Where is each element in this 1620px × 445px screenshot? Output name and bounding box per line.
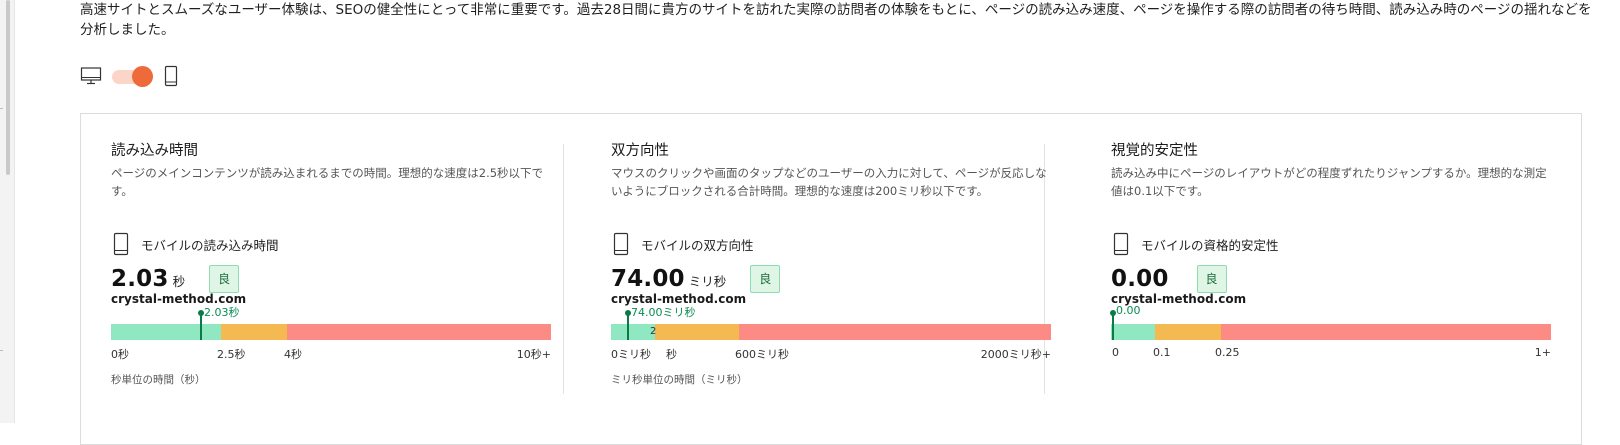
mobile-metric-label: モバイルの読み込み時間 bbox=[141, 237, 279, 253]
scroll-mark bbox=[0, 108, 3, 109]
bar-segment-poor bbox=[1221, 324, 1551, 340]
tick-label: 2.5秒 bbox=[217, 348, 246, 361]
bar-segment-good bbox=[1111, 324, 1155, 340]
threshold-bar-track bbox=[111, 324, 551, 340]
value-marker-label: 0.00 bbox=[1116, 304, 1141, 317]
unit-note: 秒単位の時間（秒） bbox=[111, 374, 206, 386]
tick-label: 0.25 bbox=[1215, 346, 1240, 359]
threshold-bar: 2 74.00ミリ秒 0ミリ秒 秒 600ミリ秒 2000ミリ秒+ bbox=[611, 306, 1051, 376]
rating-badge: 良 bbox=[1196, 265, 1227, 293]
device-toggle-row bbox=[80, 64, 182, 88]
tick-label: 0ミリ秒 bbox=[611, 348, 651, 361]
metric-load-time: 読み込み時間 ページのメインコンテンツが読み込まれるまでの時間。理想的な速度は2… bbox=[111, 114, 551, 424]
metric-description: ページのメインコンテンツが読み込まれるまでの時間。理想的な速度は2.5秒以下です… bbox=[111, 166, 544, 198]
mobile-icon[interactable] bbox=[160, 65, 182, 87]
scroll-mark bbox=[0, 350, 3, 351]
metric-description: 読み込み中にページのレイアウトがどの程度ずれたりジャンプするか。理想的な測定値は… bbox=[1111, 166, 1547, 198]
intro-text: 高速サイトとスムーズなユーザー体験は、SEOの健全性にとって非常に重要です。過去… bbox=[80, 2, 1592, 38]
tick-label: 4秒 bbox=[284, 348, 302, 361]
threshold-bar: 2.03秒 0秒 2.5秒 4秒 10秒+ bbox=[111, 306, 551, 376]
mobile-metric-label: モバイルの双方向性 bbox=[641, 237, 754, 253]
metric-title: 読み込み時間 bbox=[111, 143, 198, 159]
overlap-tick-text: 2 bbox=[650, 326, 657, 337]
metric-value-row: 0.00 良 bbox=[1111, 264, 1227, 294]
metric-title: 視覚的安定性 bbox=[1111, 143, 1198, 159]
tick-label: 1+ bbox=[1534, 346, 1551, 359]
device-switch[interactable] bbox=[112, 66, 154, 87]
rating-badge: 良 bbox=[209, 265, 240, 293]
metric-unit: ミリ秒 bbox=[688, 273, 727, 289]
metric-interactivity: 双方向性 マウスのクリックや画面のタップなどのユーザーの入力に対して、ページが反… bbox=[611, 114, 1051, 424]
metric-title: 双方向性 bbox=[611, 143, 669, 159]
metric-value: 74.00 bbox=[611, 266, 685, 292]
tick-label: 秒 bbox=[666, 348, 677, 361]
bar-segment-needs-improvement bbox=[221, 324, 287, 340]
metric-unit: 秒 bbox=[172, 273, 186, 289]
tick-label: 0秒 bbox=[111, 348, 129, 361]
bar-segment-poor bbox=[739, 324, 1051, 340]
threshold-bar-track bbox=[611, 324, 1051, 340]
tick-label: 600ミリ秒 bbox=[735, 348, 789, 361]
column-divider bbox=[563, 144, 564, 394]
desktop-icon[interactable] bbox=[80, 65, 102, 87]
threshold-bar-track bbox=[1111, 324, 1551, 340]
value-marker-line bbox=[627, 313, 629, 340]
bar-segment-good bbox=[611, 324, 655, 340]
left-scrollbar[interactable] bbox=[0, 0, 15, 423]
bar-segment-needs-improvement bbox=[1155, 324, 1221, 340]
scrollbar-thumb[interactable] bbox=[6, 0, 10, 175]
value-marker-label: 74.00ミリ秒 bbox=[631, 306, 696, 319]
rating-badge: 良 bbox=[750, 265, 781, 293]
bar-segment-good bbox=[111, 324, 221, 340]
threshold-bar: 0.00 0 0.1 0.25 1+ bbox=[1110, 304, 1551, 376]
metric-value-row: 2.03 秒 良 bbox=[111, 264, 240, 294]
mobile-icon bbox=[613, 232, 629, 256]
value-marker-label: 2.03秒 bbox=[204, 306, 240, 319]
tick-label: 0.1 bbox=[1153, 346, 1171, 359]
bar-segment-needs-improvement bbox=[655, 324, 739, 340]
switch-knob bbox=[132, 66, 153, 87]
tick-label: 0 bbox=[1112, 346, 1119, 359]
mobile-icon bbox=[113, 232, 129, 256]
core-web-vitals-panel: 読み込み時間 ページのメインコンテンツが読み込まれるまでの時間。理想的な速度は2… bbox=[80, 113, 1582, 445]
unit-note: ミリ秒単位の時間（ミリ秒） bbox=[611, 374, 748, 386]
value-marker-line bbox=[200, 313, 202, 340]
metric-value: 0.00 bbox=[1111, 266, 1169, 292]
value-marker-line bbox=[1112, 313, 1114, 340]
mobile-label-row: モバイルの資格的安定性 bbox=[1111, 232, 1279, 256]
tick-label: 10秒+ bbox=[516, 348, 551, 361]
mobile-label-row: モバイルの双方向性 bbox=[611, 232, 754, 256]
tick-label: 2000ミリ秒+ bbox=[980, 348, 1051, 361]
mobile-label-row: モバイルの読み込み時間 bbox=[111, 232, 279, 256]
metric-value-row: 74.00 ミリ秒 良 bbox=[611, 264, 781, 294]
metric-visual-stability: 視覚的安定性 読み込み中にページのレイアウトがどの程度ずれたりジャンプするか。理… bbox=[1110, 114, 1551, 424]
mobile-metric-label: モバイルの資格的安定性 bbox=[1141, 237, 1279, 253]
metric-description: マウスのクリックや画面のタップなどのユーザーの入力に対して、ページが反応しないよ… bbox=[611, 166, 1047, 198]
mobile-icon bbox=[1113, 232, 1129, 256]
bar-segment-poor bbox=[287, 324, 551, 340]
metric-value: 2.03 bbox=[111, 266, 169, 292]
